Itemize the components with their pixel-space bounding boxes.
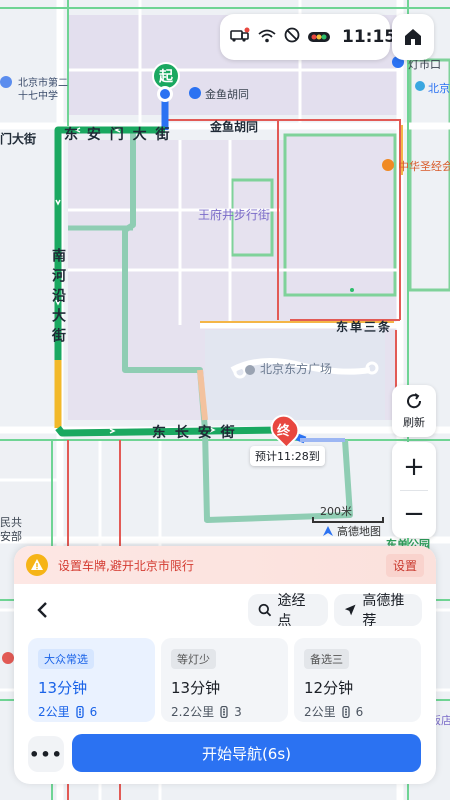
more-options-button[interactable]: ••• [28, 736, 64, 772]
restriction-settings-button[interactable]: 设置 [385, 553, 424, 577]
poi-school-label-2: 十七中学 [18, 91, 58, 102]
recommend-button[interactable]: 高德推荐 [334, 593, 422, 629]
poi-oriental-plaza: 北京东方广场 [260, 362, 333, 376]
route-lights: 3 [234, 704, 242, 719]
traffic-light-icon [220, 705, 228, 718]
restriction-banner[interactable]: 设置车牌,避开北京市限行 设置 [14, 546, 436, 584]
warning-icon [26, 554, 48, 576]
traffic-light-icon [75, 705, 84, 718]
route-card-3[interactable]: 备选三 12分钟 2公里 6 [294, 638, 421, 722]
eta-bubble: 预计11:28到 [250, 446, 325, 466]
back-button[interactable] [30, 598, 54, 622]
road-dongdan-santiao: 东单三条 [336, 320, 393, 334]
current-location-dot [157, 86, 173, 102]
refresh-icon [407, 393, 422, 409]
wifi-icon [258, 28, 276, 47]
route-lights: 6 [89, 704, 98, 719]
route-panel: 设置车牌,避开北京市限行 设置 途经点 高德推荐 大众常选 13分钟 2公里 6… [14, 546, 436, 784]
home-button[interactable] [392, 14, 434, 60]
traffic-light-icon [341, 705, 350, 718]
zoom-in-button[interactable]: + [403, 444, 425, 490]
traffic-light-icon [308, 28, 330, 47]
route-tag: 等灯少 [171, 649, 216, 669]
route-tag: 备选三 [304, 649, 349, 669]
road-donganmen: 东 安 门 大 街 [64, 127, 172, 143]
route-meta: 2.2公里 3 [171, 703, 278, 720]
zoom-out-button[interactable]: − [403, 491, 425, 537]
road-jinyu-hutong: 金鱼胡同 [210, 120, 259, 134]
recommend-label: 高德推荐 [362, 593, 405, 629]
route-meta: 2公里 6 [304, 703, 411, 720]
brand-label: 高德地图 [337, 525, 381, 538]
route-time: 13分钟 [38, 679, 88, 697]
search-icon [258, 603, 272, 617]
zoom-controls: + − [392, 442, 436, 538]
amap-logo-icon [323, 526, 333, 536]
road-nanheyan: 南河沿大街 [50, 248, 66, 348]
route-distance: 2公里 [304, 705, 336, 719]
car-icon [230, 27, 250, 47]
route-meta: 2公里 6 [38, 703, 145, 720]
poi-zhonghua-church: 中华圣经会 [398, 160, 450, 173]
poi-wangfujing: 王府井步行街 [198, 208, 271, 222]
route-time: 13分钟 [171, 679, 221, 697]
start-navigation-button[interactable]: 开始导航(6s) [72, 734, 421, 772]
route-options: 途经点 高德推荐 大众常选 13分钟 2公里 6 等灯少 13分钟 2.2公里 … [14, 586, 436, 780]
route-card-1[interactable]: 大众常选 13分钟 2公里 6 [28, 638, 155, 722]
route-lights: 6 [355, 704, 364, 719]
road-changan: 东 长 安 街 [152, 425, 237, 441]
road-tiananmen: 门大街 [0, 132, 37, 146]
route-tag: 大众常选 [38, 649, 94, 669]
clock-time: 11:15 [342, 27, 397, 47]
waypoint-label: 途经点 [277, 593, 306, 629]
poi-people-2: 安部 [0, 530, 22, 543]
poi-jinyu-hutong: 金鱼胡同 [205, 88, 249, 101]
route-card-2[interactable]: 等灯少 13分钟 2.2公里 3 [161, 638, 288, 722]
waypoint-button[interactable]: 途经点 [248, 593, 328, 629]
route-distance: 2公里 [38, 705, 70, 719]
refresh-button[interactable]: 刷新 [392, 385, 436, 437]
refresh-label: 刷新 [403, 416, 425, 429]
home-icon [405, 29, 421, 45]
poi-beijing-right: 北京 [428, 82, 450, 95]
route-distance: 2.2公里 [171, 705, 215, 719]
send-icon [344, 604, 356, 616]
route-time: 12分钟 [304, 679, 354, 697]
do-not-disturb-icon [284, 27, 300, 47]
status-bar: 11:15 [220, 14, 396, 60]
chevron-left-icon [37, 602, 47, 618]
amap-brand: 高德地图 [322, 523, 381, 539]
restriction-text: 设置车牌,避开北京市限行 [58, 558, 194, 573]
end-marker-label: 终 [277, 424, 291, 439]
